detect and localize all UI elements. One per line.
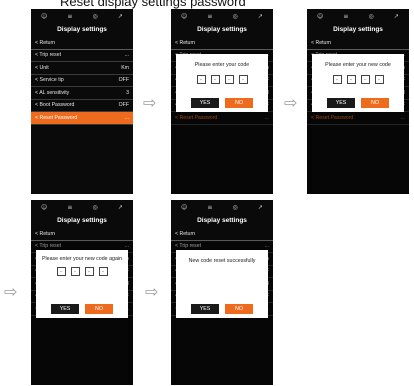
- screen-settings-menu: ☺ ≡ ◎ ↗ Display settings < Return < Trip…: [31, 9, 133, 194]
- yes-button[interactable]: YES: [191, 98, 219, 108]
- menu-icon: ≡: [67, 203, 73, 211]
- menu-icon: ≡: [67, 12, 73, 20]
- dialog-message: Please enter your new code again: [41, 256, 123, 262]
- code-digit-1[interactable]: -: [332, 75, 342, 84]
- return-button[interactable]: < Return: [171, 37, 273, 50]
- status-bar: ☺ ≡ ◎ ↗: [31, 200, 133, 214]
- code-dialog: Please enter your code - - - - YES NO: [176, 54, 268, 112]
- arrow-icon: ⇨: [143, 93, 157, 112]
- yes-button[interactable]: YES: [191, 304, 219, 314]
- page-title: Display settings: [197, 217, 247, 224]
- arrow-icon: ⇨: [284, 93, 298, 112]
- code-digit-3[interactable]: -: [224, 75, 234, 84]
- battery-icon: ☺: [317, 12, 324, 20]
- screen-confirm-new-code: ☺ ≡ ◎ ↗ Display settings < Return < Trip…: [31, 200, 133, 385]
- menu-item-reset-password[interactable]: < Reset Password...: [31, 112, 133, 125]
- menu-icon: ≡: [207, 12, 213, 20]
- code-digit-2[interactable]: -: [346, 75, 356, 84]
- signal-icon: ↗: [117, 203, 123, 211]
- success-dialog: New code reset successfully YES NO: [176, 250, 268, 318]
- status-bar: ☺ ≡ ◎ ↗: [171, 9, 273, 23]
- page-title: Display settings: [197, 26, 247, 33]
- code-digit-4[interactable]: -: [238, 75, 248, 84]
- settings-menu: < Return < Trip reset... < UnitKm < Serv…: [31, 37, 133, 125]
- page-title: Display settings: [57, 217, 107, 224]
- chevron-left-icon: <: [35, 39, 39, 46]
- caption: Reset display settings password: [60, 0, 246, 9]
- page-title: Display settings: [57, 26, 107, 33]
- dialog-message: Please enter your code: [194, 62, 250, 68]
- dialog-message: New code reset successfully: [188, 258, 256, 264]
- no-button[interactable]: NO: [225, 98, 253, 108]
- new-code-dialog: Please enter your new code - - - - YES N…: [312, 54, 404, 112]
- battery-icon: ☺: [181, 12, 188, 20]
- signal-icon: ↗: [117, 12, 123, 20]
- arrow-icon: ⇨: [145, 282, 159, 301]
- arrow-icon: ⇨: [4, 282, 18, 301]
- menu-item-trip-reset[interactable]: < Trip reset...: [31, 50, 133, 62]
- status-bar: ☺ ≡ ◎ ↗: [31, 9, 133, 23]
- menu-icon: ≡: [207, 203, 213, 211]
- menu-item-unit[interactable]: < UnitKm: [31, 62, 133, 75]
- status-bar: ☺ ≡ ◎ ↗: [171, 200, 273, 214]
- menu-item-boot-password[interactable]: < Boot PasswordOFF: [31, 100, 133, 112]
- light-icon: ◎: [232, 203, 238, 211]
- screen-enter-code: ☺ ≡ ◎ ↗ Display settings < Return < Trip…: [171, 9, 273, 194]
- signal-icon: ↗: [257, 12, 263, 20]
- code-digit-4[interactable]: -: [98, 267, 108, 276]
- code-input-group: - - - -: [176, 75, 268, 84]
- return-button[interactable]: < Return: [307, 37, 409, 50]
- code-input-group: - - - -: [312, 75, 404, 84]
- screen-reset-success: ☺ ≡ ◎ ↗ Display settings < Return < Trip…: [171, 200, 273, 385]
- code-digit-3[interactable]: -: [84, 267, 94, 276]
- no-button[interactable]: NO: [225, 304, 253, 314]
- yes-button[interactable]: YES: [327, 98, 355, 108]
- battery-icon: ☺: [41, 12, 48, 20]
- dialog-message: Please enter your new code: [325, 62, 391, 68]
- code-digit-2[interactable]: -: [70, 267, 80, 276]
- code-digit-4[interactable]: -: [374, 75, 384, 84]
- light-icon: ◎: [92, 12, 98, 20]
- battery-icon: ☺: [41, 203, 48, 211]
- code-digit-1[interactable]: -: [56, 267, 66, 276]
- code-digit-1[interactable]: -: [196, 75, 206, 84]
- code-digit-2[interactable]: -: [210, 75, 220, 84]
- no-button[interactable]: NO: [361, 98, 389, 108]
- confirm-code-dialog: Please enter your new code again - - - -…: [36, 250, 128, 318]
- battery-icon: ☺: [181, 203, 188, 211]
- return-button[interactable]: < Return: [171, 228, 273, 241]
- light-icon: ◎: [92, 203, 98, 211]
- signal-icon: ↗: [257, 203, 263, 211]
- yes-button[interactable]: YES: [51, 304, 79, 314]
- return-button[interactable]: < Return: [31, 228, 133, 241]
- light-icon: ◎: [232, 12, 238, 20]
- light-icon: ◎: [368, 12, 374, 20]
- code-digit-3[interactable]: -: [360, 75, 370, 84]
- menu-item-al-sensitivity[interactable]: < AL sensitivity3: [31, 87, 133, 100]
- return-button[interactable]: < Return: [31, 37, 133, 50]
- code-input-group: - - - -: [36, 267, 128, 276]
- screen-enter-new-code: ☺ ≡ ◎ ↗ Display settings < Return < Trip…: [307, 9, 409, 194]
- signal-icon: ↗: [393, 12, 399, 20]
- menu-icon: ≡: [343, 12, 349, 20]
- menu-item-service-tip[interactable]: < Service tipOFF: [31, 75, 133, 87]
- page-title: Display settings: [333, 26, 383, 33]
- no-button[interactable]: NO: [85, 304, 113, 314]
- status-bar: ☺ ≡ ◎ ↗: [307, 9, 409, 23]
